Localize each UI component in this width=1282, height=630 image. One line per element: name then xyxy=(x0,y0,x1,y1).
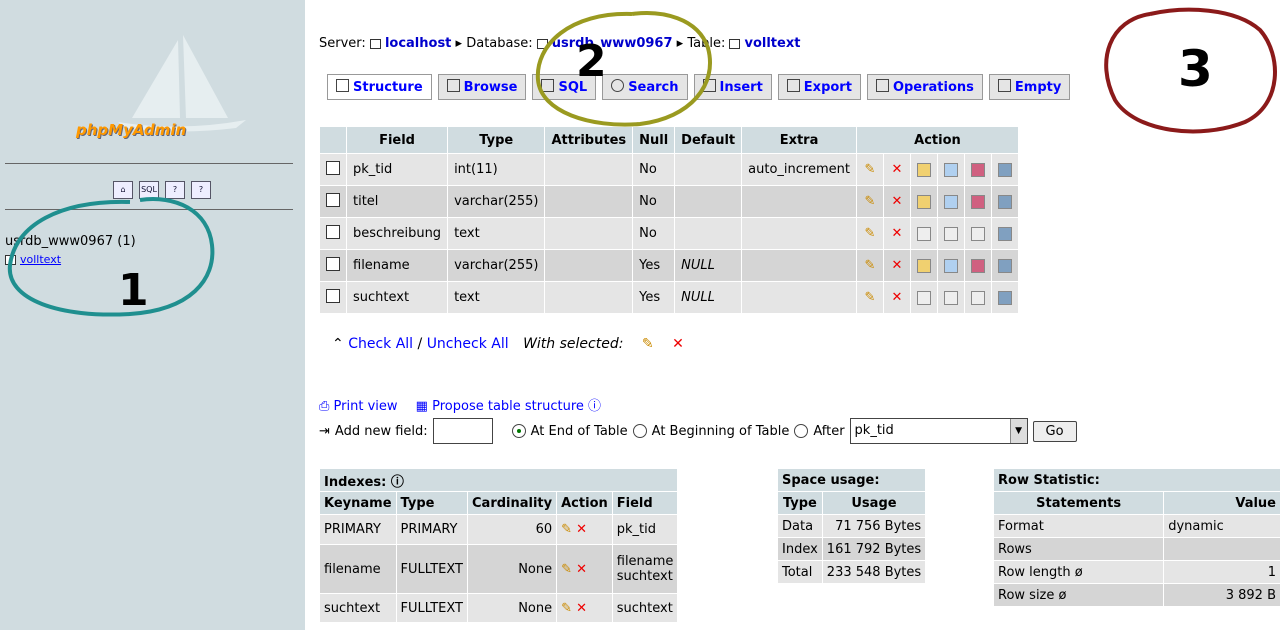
annotation-circle-2 xyxy=(535,11,712,127)
annotation-number-3: 3 xyxy=(1178,40,1213,98)
annotation-number-1: 1 xyxy=(118,265,149,316)
annotation-overlay xyxy=(7,7,1277,317)
annotation-circle-1 xyxy=(7,197,215,317)
annotation-number-2: 2 xyxy=(576,36,607,87)
